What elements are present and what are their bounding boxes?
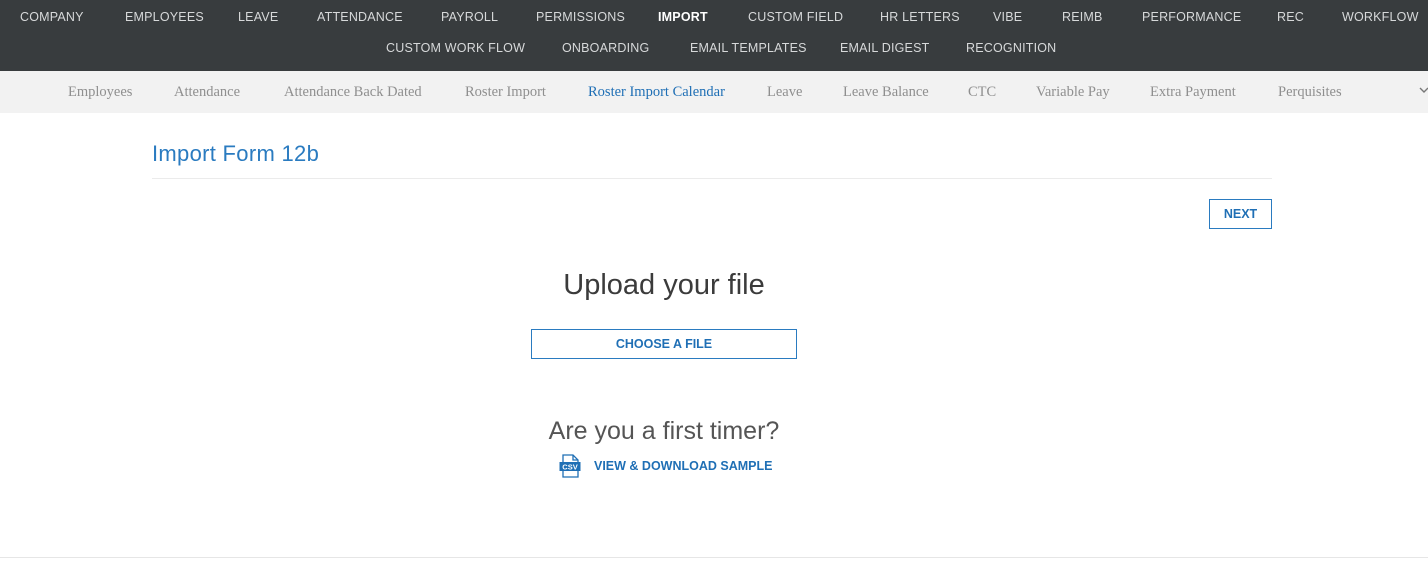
top-nav: COMPANY EMPLOYEES LEAVE ATTENDANCE PAYRO… [0,0,1428,71]
subnav-ctc[interactable]: CTC [968,84,996,100]
nav-onboarding[interactable]: ONBOARDING [562,41,649,55]
subnav-leave-balance[interactable]: Leave Balance [843,84,929,100]
next-button[interactable]: NEXT [1209,199,1272,229]
nav-performance[interactable]: PERFORMANCE [1142,10,1241,24]
nav-vibe[interactable]: VIBE [993,10,1022,24]
nav-workflow[interactable]: WORKFLOW [1342,10,1419,24]
page-title: Import Form 12b [152,141,320,166]
subnav-perquisites[interactable]: Perquisites [1278,84,1342,100]
nav-employees[interactable]: EMPLOYEES [125,10,204,24]
subnav-attendance-back-dated[interactable]: Attendance Back Dated [284,84,422,100]
nav-reimb[interactable]: REIMB [1062,10,1103,24]
chevron-down-icon[interactable] [1418,84,1428,96]
subnav-variable-pay[interactable]: Variable Pay [1036,84,1110,100]
sub-nav: Employees Attendance Attendance Back Dat… [0,71,1428,113]
choose-file-button[interactable]: CHOOSE A FILE [531,329,797,359]
subnav-roster-import-calendar[interactable]: Roster Import Calendar [588,84,725,100]
csv-icon-text: CSV [562,463,577,472]
nav-custom-work-flow[interactable]: CUSTOM WORK FLOW [386,41,525,55]
nav-hr-letters[interactable]: HR LETTERS [880,10,960,24]
title-divider [152,178,1272,179]
nav-company[interactable]: COMPANY [20,10,84,24]
csv-file-icon: CSV [559,454,581,478]
download-sample-link[interactable]: CSV VIEW & DOWNLOAD SAMPLE [559,454,772,478]
nav-permissions[interactable]: PERMISSIONS [536,10,625,24]
first-timer-text: Are you a first timer? [548,417,780,445]
nav-custom-field[interactable]: CUSTOM FIELD [748,10,843,24]
subnav-attendance[interactable]: Attendance [174,84,240,100]
nav-rec[interactable]: REC [1277,10,1304,24]
nav-payroll[interactable]: PAYROLL [441,10,498,24]
nav-import[interactable]: IMPORT [658,10,708,24]
upload-heading: Upload your file [563,269,765,301]
nav-leave[interactable]: LEAVE [238,10,278,24]
subnav-leave[interactable]: Leave [767,84,802,100]
download-sample-label: VIEW & DOWNLOAD SAMPLE [594,459,773,473]
nav-email-templates[interactable]: EMAIL TEMPLATES [690,41,807,55]
subnav-roster-import[interactable]: Roster Import [465,84,546,100]
subnav-employees[interactable]: Employees [68,84,132,100]
bottom-divider [0,557,1428,558]
subnav-extra-payment[interactable]: Extra Payment [1150,84,1236,100]
nav-email-digest[interactable]: EMAIL DIGEST [840,41,929,55]
nav-attendance[interactable]: ATTENDANCE [317,10,403,24]
nav-recognition[interactable]: RECOGNITION [966,41,1056,55]
